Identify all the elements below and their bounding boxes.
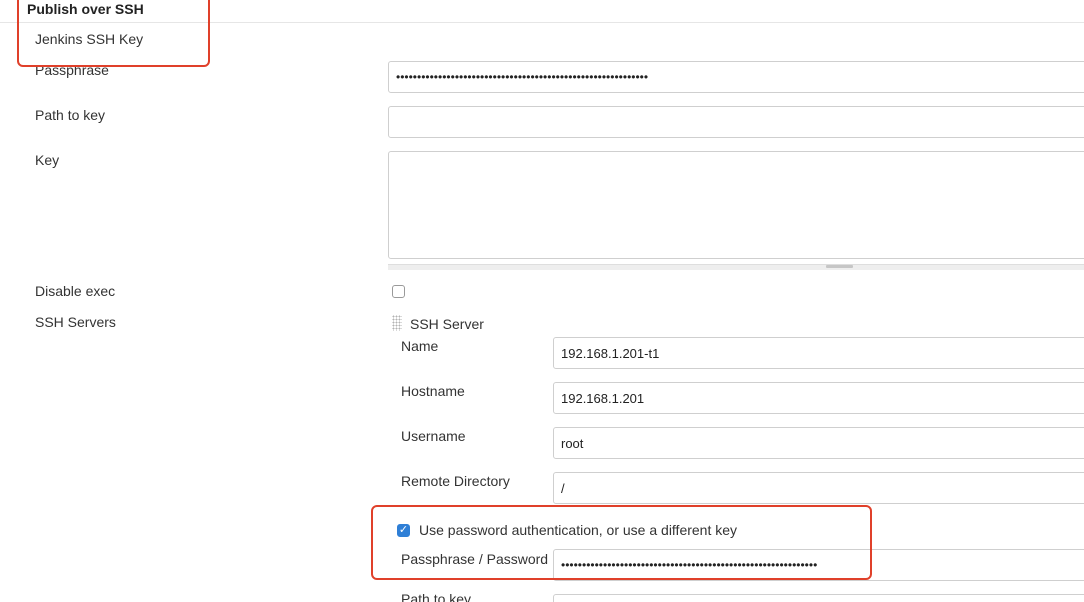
path-to-key-field[interactable]: [388, 106, 1084, 138]
ssh-server-heading: SSH Server: [410, 316, 484, 332]
hostname-field[interactable]: 192.168.1.201: [553, 382, 1084, 414]
drag-handle-icon[interactable]: [392, 315, 402, 331]
passphrase-password-label: Passphrase / Password: [401, 551, 549, 567]
passphrase-label: Passphrase: [35, 62, 109, 78]
username-field[interactable]: root: [553, 427, 1084, 459]
use-password-checkbox[interactable]: ✓: [397, 524, 410, 537]
resize-grip-icon[interactable]: [826, 265, 853, 268]
jenkins-ssh-key-label: Jenkins SSH Key: [35, 31, 144, 47]
section-title: Publish over SSH: [27, 1, 144, 17]
ssh-servers-label: SSH Servers: [35, 314, 116, 330]
key-label: Key: [35, 152, 60, 168]
passphrase-field[interactable]: ••••••••••••••••••••••••••••••••••••••••…: [388, 61, 1084, 93]
textarea-resize-bar[interactable]: [388, 264, 1084, 270]
server-path-to-key-field[interactable]: [553, 594, 1084, 602]
remote-directory-field[interactable]: /: [553, 472, 1084, 504]
server-name-field[interactable]: 192.168.1.201-t1: [553, 337, 1084, 369]
username-label: Username: [401, 428, 466, 444]
key-textarea[interactable]: [388, 151, 1084, 259]
disable-exec-checkbox[interactable]: [392, 285, 405, 298]
section-divider: [0, 22, 1084, 23]
hostname-label: Hostname: [401, 383, 465, 399]
use-password-label: Use password authentication, or use a di…: [419, 522, 738, 538]
server-name-label: Name: [401, 338, 439, 354]
checkmark-icon: ✓: [398, 524, 409, 536]
passphrase-password-field[interactable]: ••••••••••••••••••••••••••••••••••••••••…: [553, 549, 1084, 581]
disable-exec-label: Disable exec: [35, 283, 116, 299]
server-path-to-key-label: Path to key: [401, 591, 472, 602]
remote-directory-label: Remote Directory: [401, 473, 510, 489]
publish-over-ssh-config: Publish over SSH Jenkins SSH Key Passphr…: [0, 0, 1084, 602]
path-to-key-label: Path to key: [35, 107, 106, 123]
